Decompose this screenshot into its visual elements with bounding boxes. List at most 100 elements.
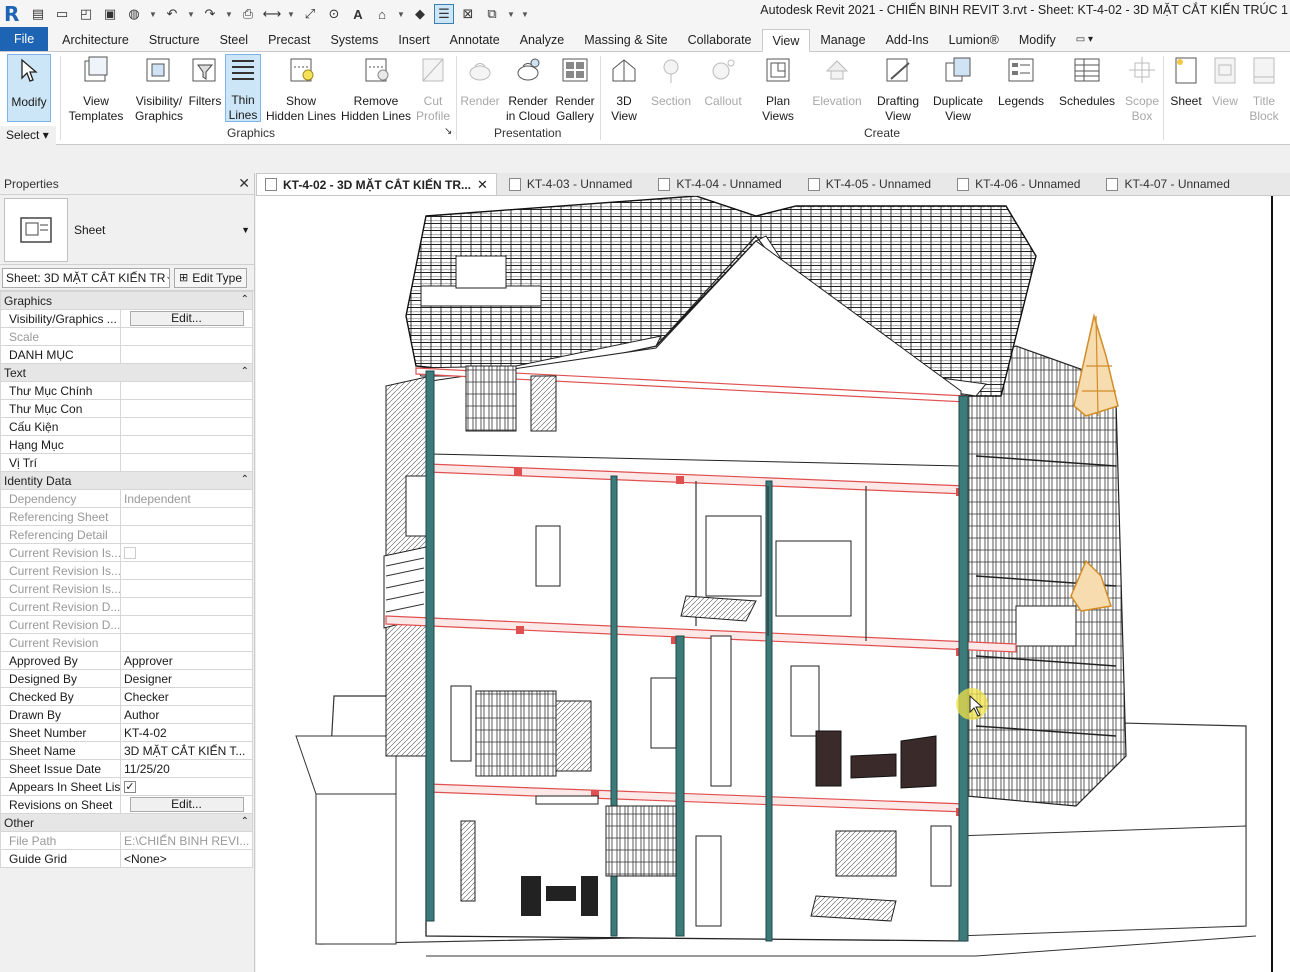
view-tab[interactable]: KT-4-03 - Unnamed <box>501 173 640 195</box>
drawn-by-field[interactable]: Author <box>120 705 253 724</box>
drafting-view-button[interactable]: Drafting View <box>873 54 923 124</box>
scope-box-button[interactable]: Scope Box <box>1122 54 1162 124</box>
group-identity-data[interactable]: Identity Data ⌃ <box>0 471 253 490</box>
aligned-dimension-icon[interactable]: ⤢ <box>300 4 320 24</box>
tab-add-ins[interactable]: Add-Ins <box>876 29 939 51</box>
callout-button[interactable]: Callout <box>702 54 744 109</box>
visibility-graphics-edit-button[interactable]: Edit... <box>129 311 244 326</box>
thin-lines-icon[interactable]: ☰ <box>434 4 454 24</box>
hang-muc-field[interactable] <box>120 435 253 454</box>
close-icon[interactable]: ✕ <box>477 177 488 193</box>
sheet-name-field[interactable]: 3D MẶT CẮT KIẾN T... <box>120 741 253 760</box>
text-icon[interactable]: A <box>348 4 368 24</box>
elevation-button[interactable]: Elevation <box>810 54 864 109</box>
sync-dropdown-icon[interactable]: ▼ <box>148 4 158 24</box>
view-tab[interactable]: KT-4-02 - 3D MẶT CẮT KIẾN TR... ✕ <box>256 173 497 195</box>
measure-icon[interactable]: ⟷ <box>262 4 282 24</box>
view-templates-button[interactable]: View Templates <box>66 54 126 124</box>
switch-windows-dropdown-icon[interactable]: ▼ <box>506 4 516 24</box>
sheet-issue-date-field[interactable]: 11/25/20 <box>120 759 253 778</box>
tab-steel[interactable]: Steel <box>210 29 259 51</box>
vi-tri-field[interactable] <box>120 453 253 472</box>
view-tab[interactable]: KT-4-04 - Unnamed <box>650 173 789 195</box>
undo-icon[interactable]: ↶ <box>162 4 182 24</box>
view-tab[interactable]: KT-4-06 - Unnamed <box>949 173 1088 195</box>
thu-muc-chinh-field[interactable] <box>120 381 253 400</box>
ribbon-minimize-toggle-icon[interactable]: ▭ ▾ <box>1066 29 1103 51</box>
place-view-button[interactable]: View <box>1208 54 1242 109</box>
tab-insert[interactable]: Insert <box>388 29 439 51</box>
tab-modify[interactable]: Modify <box>1009 29 1066 51</box>
tab-precast[interactable]: Precast <box>258 29 320 51</box>
collapse-icon[interactable]: ⌃ <box>241 366 249 377</box>
checked-by-field[interactable]: Checker <box>120 687 253 706</box>
group-other[interactable]: Other ⌃ <box>0 813 253 832</box>
show-hidden-lines-button[interactable]: Show Hidden Lines <box>265 54 337 124</box>
edit-type-button[interactable]: ⊞ Edit Type <box>174 267 248 288</box>
undo-dropdown-icon[interactable]: ▼ <box>186 4 196 24</box>
3d-view-button[interactable]: 3D View <box>605 54 643 124</box>
collapse-icon[interactable]: ⌃ <box>241 816 249 827</box>
render-gallery-button[interactable]: Render Gallery <box>554 54 596 124</box>
folder-open-icon[interactable]: ◰ <box>76 4 96 24</box>
tab-architecture[interactable]: Architecture <box>52 29 139 51</box>
measure-dropdown-icon[interactable]: ▼ <box>286 4 296 24</box>
print-icon[interactable]: ⎙ <box>238 4 258 24</box>
customize-qat-icon[interactable]: ▼ <box>520 4 530 24</box>
legends-button[interactable]: Legends <box>996 54 1046 109</box>
new-icon[interactable]: ▭ <box>52 4 72 24</box>
redo-icon[interactable]: ↷ <box>200 4 220 24</box>
redo-dropdown-icon[interactable]: ▼ <box>224 4 234 24</box>
section-button[interactable]: Section <box>648 54 694 109</box>
type-selector[interactable]: Sheet ▼ <box>0 195 254 265</box>
tab-annotate[interactable]: Annotate <box>440 29 510 51</box>
save-icon[interactable]: ▣ <box>100 4 120 24</box>
close-hidden-windows-icon[interactable]: ⊠ <box>458 4 478 24</box>
title-block-button[interactable]: Title Block <box>1245 54 1283 124</box>
collapse-icon[interactable]: ⌃ <box>241 474 249 485</box>
guide-grid-field[interactable]: <None> <box>120 849 253 868</box>
tab-collaborate[interactable]: Collaborate <box>678 29 762 51</box>
switch-windows-icon[interactable]: ⧉ <box>482 4 502 24</box>
collapse-icon[interactable]: ⌃ <box>241 294 249 305</box>
plan-views-button[interactable]: Plan Views <box>758 54 798 124</box>
approved-by-field[interactable]: Approver <box>120 651 253 670</box>
tab-systems[interactable]: Systems <box>320 29 388 51</box>
schedules-button[interactable]: Schedules <box>1058 54 1116 109</box>
designed-by-field[interactable]: Designer <box>120 669 253 688</box>
tab-file[interactable]: File <box>0 27 49 51</box>
view-tab[interactable]: KT-4-07 - Unnamed <box>1098 173 1237 195</box>
3d-dropdown-icon[interactable]: ▼ <box>396 4 406 24</box>
sheet-number-field[interactable]: KT-4-02 <box>120 723 253 742</box>
remove-hidden-lines-button[interactable]: Remove Hidden Lines <box>339 54 413 124</box>
tab-view[interactable]: View <box>761 29 811 52</box>
group-graphics[interactable]: Graphics ⌃ <box>0 291 253 310</box>
view-tab[interactable]: KT-4-05 - Unnamed <box>800 173 939 195</box>
instance-filter-dropdown[interactable]: Sheet: 3D MẶT CẮT KIẾN TR⌄ <box>2 267 170 288</box>
sync-icon[interactable]: ◍ <box>124 4 144 24</box>
visibility-graphics-button[interactable]: Visibility/Graphics <box>131 54 187 124</box>
tab-manage[interactable]: Manage <box>810 29 875 51</box>
sheet-button[interactable]: Sheet <box>1167 54 1205 109</box>
select-dropdown[interactable]: Select ▾ <box>0 126 56 145</box>
render-in-cloud-button[interactable]: Render in Cloud <box>503 54 553 124</box>
cau-kien-field[interactable] <box>120 417 253 436</box>
thin-lines-button[interactable]: Thin Lines <box>225 54 261 122</box>
thu-muc-con-field[interactable] <box>120 399 253 418</box>
open-icon[interactable]: ▤ <box>28 4 48 24</box>
tab-analyze[interactable]: Analyze <box>510 29 574 51</box>
tag-icon[interactable]: ⊙ <box>324 4 344 24</box>
close-icon[interactable]: ✕ <box>238 175 250 192</box>
appears-in-sheet-list-checkbox[interactable]: ✓ <box>124 781 136 794</box>
cut-profile-button[interactable]: Cut Profile <box>413 54 453 124</box>
group-text[interactable]: Text ⌃ <box>0 363 253 382</box>
revisions-on-sheet-edit-button[interactable]: Edit... <box>129 797 244 812</box>
render-button[interactable]: Render <box>460 54 500 109</box>
section-icon[interactable]: ◆ <box>410 4 430 24</box>
tab-massing-site[interactable]: Massing & Site <box>574 29 677 51</box>
default-3d-view-icon[interactable]: ⌂ <box>372 4 392 24</box>
drawing-canvas[interactable] <box>256 196 1290 972</box>
duplicate-view-button[interactable]: Duplicate View <box>929 54 987 124</box>
tab-lumion[interactable]: Lumion® <box>939 29 1009 51</box>
modify-button[interactable]: Modify <box>7 54 51 122</box>
